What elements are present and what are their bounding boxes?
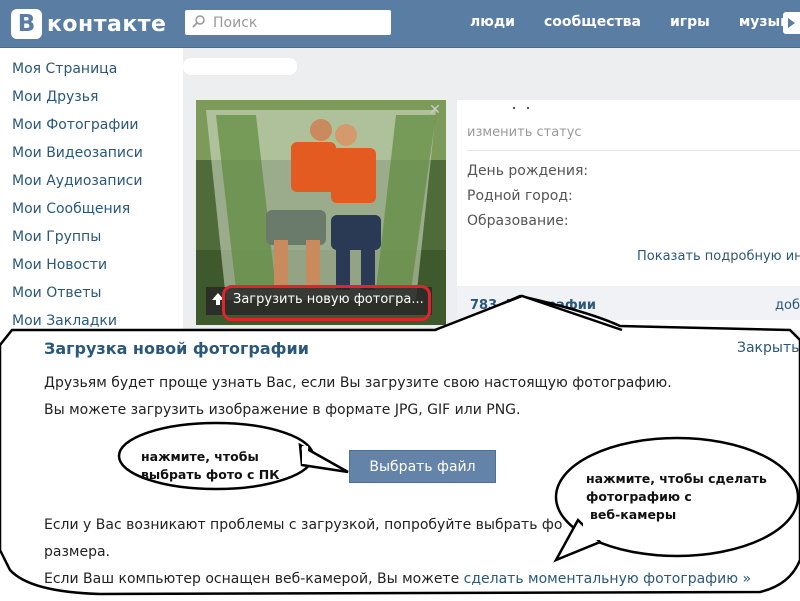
left-bubble-line-1: нажмите, чтобы [141,449,259,464]
dialog-close-link[interactable]: Закрыть [737,340,799,356]
right-bubble-line-2: фотографию с [586,489,692,504]
dialog-line-1: Друзьям будет проще узнать Вас, если Вы … [44,375,672,391]
dialog-trouble-line-1: Если у Вас возникают проблемы с загрузко… [44,517,563,533]
left-bubble-line-2: выбрать фото с ПК [141,467,280,482]
left-bubble-tail-mask [302,446,308,464]
right-bubble-text: нажмите, чтобы сделать фотографию с веб-… [586,470,767,524]
right-bubble-line-3: веб-камеры [590,507,677,522]
choose-file-button[interactable]: Выбрать файл [349,450,496,483]
dialog-pointer [434,294,623,332]
dialog-title: Загрузка новой фотографии [44,339,309,358]
dialog-trouble-line-2: размера. [44,544,111,560]
dialog-webcam-line: Если Ваш компьютер оснащен веб-камерой, … [44,571,751,587]
dialog-line-2: Вы можете загрузить изображение в формат… [44,402,521,418]
webcam-snapshot-link[interactable]: сделать моментальную фотографию » [464,571,751,587]
webcam-line-prefix: Если Ваш компьютер оснащен веб-камерой, … [44,571,464,587]
right-bubble-line-1: нажмите, чтобы сделать [586,471,767,486]
left-bubble-text: нажмите, чтобы выбрать фото с ПК [141,448,279,484]
